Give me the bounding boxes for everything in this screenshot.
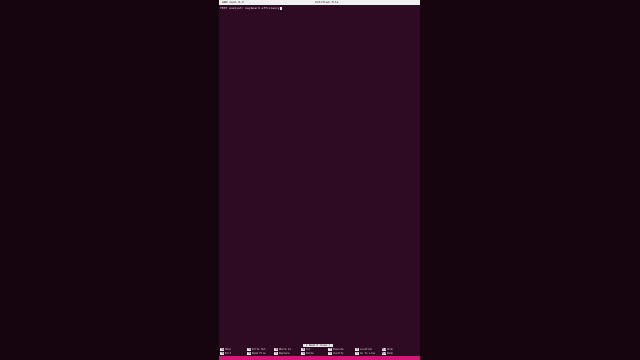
- editor-text: TEXT analyst: keyboard efficiency: [220, 6, 280, 10]
- shortcut-label: Write Out: [252, 348, 266, 351]
- editor-text-line[interactable]: TEXT analyst: keyboard efficiency: [220, 6, 282, 10]
- shortcut-label: Execute: [333, 348, 344, 351]
- shortcut-key: M-E: [382, 352, 387, 355]
- editor-titlebar: GNU nano 6.2 Untitled.file: [219, 0, 420, 5]
- shortcut-where-is[interactable]: ^W Where Is: [274, 348, 291, 351]
- shortcut-key: ^R: [247, 352, 251, 355]
- shortcut-key: M-U: [382, 348, 387, 351]
- shortcut-key: ^J: [328, 352, 332, 355]
- shortcut-label: Replace: [279, 352, 290, 355]
- shortcut-go-to-line[interactable]: ^/Go To Line: [355, 352, 375, 355]
- text-cursor: [279, 6, 282, 10]
- shortcut-help[interactable]: ^G Help: [220, 348, 231, 351]
- shortcut-key: ^X: [220, 352, 224, 355]
- file-name: Untitled.file: [315, 0, 339, 4]
- shortcut-cut[interactable]: ^K Cut: [301, 348, 311, 351]
- shortcut-location[interactable]: ^C Location: [355, 348, 372, 351]
- shortcut-label: Read File: [252, 352, 266, 355]
- shortcut-label: Paste: [306, 352, 314, 355]
- shortcut-key: ^G: [220, 348, 224, 351]
- shortcut-key: ^O: [247, 348, 251, 351]
- shortcut-undo[interactable]: M-UUndo: [382, 348, 393, 351]
- shortcut-label: Location: [360, 348, 373, 351]
- shortcut-key: ^/: [355, 352, 359, 355]
- shortcut-key: ^C: [355, 348, 359, 351]
- shortcut-exit[interactable]: ^X Exit: [220, 352, 231, 355]
- screen: GNU nano 6.2 Untitled.file TEXT analyst:…: [0, 0, 640, 360]
- shortcut-key: ^\: [274, 352, 278, 355]
- shortcut-label: Redo: [387, 352, 394, 355]
- shortcut-label: Help: [225, 348, 232, 351]
- shortcut-key: ^T: [328, 348, 332, 351]
- shortcut-label: Undo: [387, 348, 394, 351]
- shortcut-label: Justify: [333, 352, 344, 355]
- shortcut-replace[interactable]: ^\ Replace: [274, 352, 290, 355]
- shortcut-write-out[interactable]: ^O Write Out: [247, 348, 266, 351]
- shortcut-label: Where Is: [279, 348, 292, 351]
- shortcut-paste[interactable]: ^U Paste: [301, 352, 314, 355]
- shortcut-execute[interactable]: ^T Execute: [328, 348, 344, 351]
- shortcut-bar: ^G Help ^O Write Out ^W Where Is ^K Cut ^T Ex…: [219, 348, 420, 356]
- bottom-accent-strip: [219, 356, 420, 360]
- shortcut-label: Exit: [225, 352, 232, 355]
- shortcut-read-file[interactable]: ^R Read File: [247, 352, 266, 355]
- shortcut-label: Cut: [306, 348, 311, 351]
- shortcut-redo[interactable]: M-ERedo: [382, 352, 393, 355]
- shortcut-label: Go To Line: [360, 352, 376, 355]
- shortcut-key: ^K: [301, 348, 305, 351]
- editor-version: GNU nano 6.2: [222, 0, 244, 4]
- terminal-window[interactable]: GNU nano 6.2 Untitled.file TEXT analyst:…: [219, 0, 420, 356]
- shortcut-key: ^W: [274, 348, 278, 351]
- shortcut-key: ^U: [301, 352, 305, 355]
- status-message: [ Read 0 lines ]: [303, 344, 333, 347]
- shortcut-justify[interactable]: ^J Justify: [328, 352, 344, 355]
